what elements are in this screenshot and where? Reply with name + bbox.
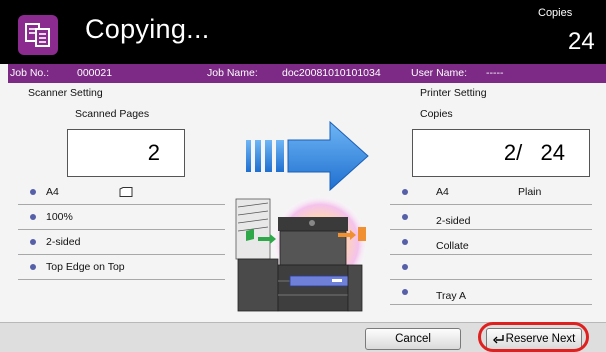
copies-progress-count: 2/ 24 [503, 140, 565, 165]
scanner-duplex: 2-sided [46, 236, 81, 248]
user-name-value: ----- [486, 67, 504, 79]
transfer-arrow-icon [246, 120, 369, 192]
printer-row-duplex: 2-sided [390, 205, 592, 230]
scanner-row-duplex: 2-sided [18, 230, 225, 255]
job-name-value: doc20081010101034 [282, 67, 381, 79]
printer-setting-heading: Printer Setting [420, 87, 487, 99]
printer-row-size: A4 Plain [390, 180, 592, 205]
page-title: Copying... [85, 14, 210, 44]
scanner-row-size: A4 [18, 180, 225, 205]
job-no-value: 000021 [77, 67, 113, 79]
user-name-label: User Name: [411, 67, 468, 79]
copies-count: 24 [568, 28, 595, 55]
highlight-ring [478, 322, 589, 352]
job-no-label: Job No.: [10, 67, 50, 79]
printer-row-collate: Collate [390, 230, 592, 255]
scanner-size: A4 [46, 186, 59, 198]
scanner-row-orientation: Top Edge on Top [18, 255, 225, 280]
paper-orientation-icon [119, 187, 133, 197]
copies-progress-label: Copies [420, 108, 453, 120]
printer-row-blank [390, 255, 592, 280]
bullet-icon [402, 289, 408, 295]
copy-document-icon [18, 15, 58, 55]
job-name-label: Job Name: [207, 67, 258, 79]
printer-size: A4 [436, 186, 449, 198]
bullet-icon [30, 239, 36, 245]
bullet-icon [30, 264, 36, 270]
printer-collate: Collate [436, 240, 469, 252]
printer-tray: Tray A [436, 290, 466, 302]
scanned-pages-count: 2 [147, 140, 160, 165]
job-info-bar: Job No.: 000021 Job Name: doc20081010101… [8, 64, 606, 83]
bullet-icon [402, 239, 408, 245]
copies-progress-box: 2/ 24 [412, 129, 590, 177]
printer-row-tray: Tray A [390, 280, 592, 305]
cancel-button[interactable]: Cancel [365, 328, 461, 350]
printer-paper-type: Plain [518, 186, 542, 198]
copy-status-screen: Copying... Copies 24 Job No.: 000021 Job… [0, 0, 606, 352]
bullet-icon [402, 189, 408, 195]
printer-machine-icon [235, 195, 368, 312]
bullet-icon [30, 189, 36, 195]
bullet-icon [30, 214, 36, 220]
bullet-icon [402, 214, 408, 220]
scanned-pages-box: 2 [67, 129, 185, 177]
scanned-pages-label: Scanned Pages [75, 108, 150, 120]
scanner-setting-heading: Scanner Setting [28, 87, 103, 99]
scanner-orientation: Top Edge on Top [46, 261, 125, 273]
bullet-icon [402, 264, 408, 270]
header-bar: Copying... Copies 24 [0, 0, 606, 64]
scanner-zoom: 100% [46, 211, 73, 223]
scanner-row-zoom: 100% [18, 205, 225, 230]
printer-duplex: 2-sided [436, 215, 471, 227]
copies-label: Copies [538, 7, 573, 19]
